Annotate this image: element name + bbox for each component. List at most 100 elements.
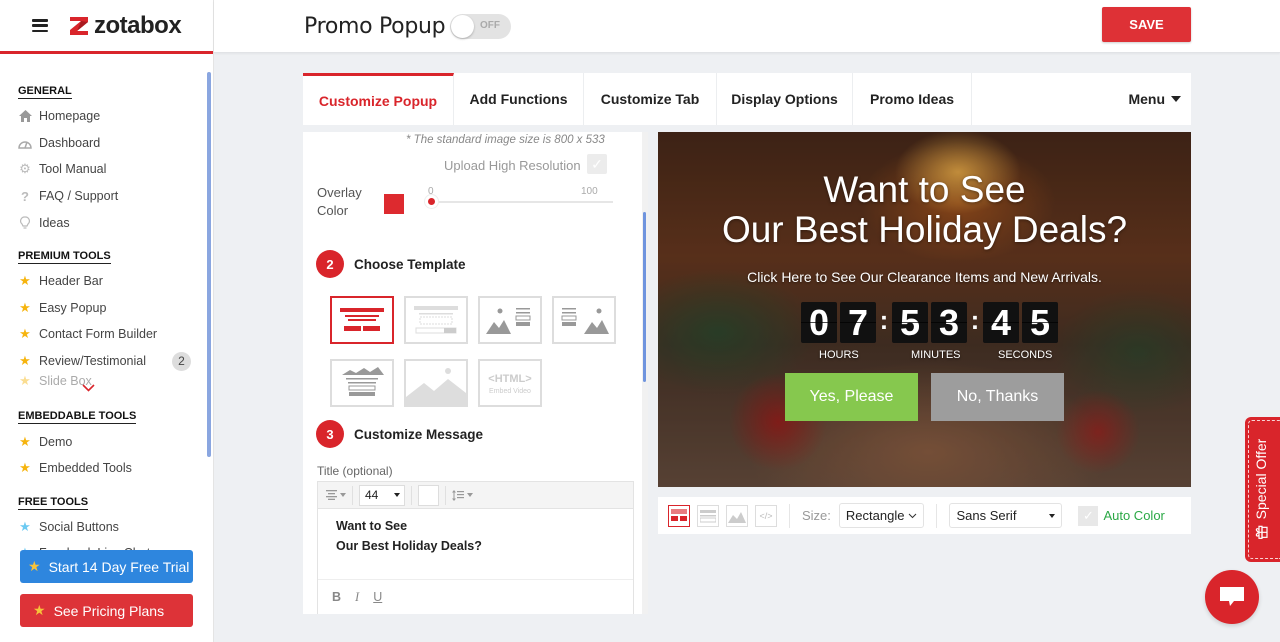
align-dropdown[interactable] [326, 490, 346, 500]
layout-text-form-button[interactable] [697, 504, 719, 527]
special-offer-tab[interactable]: Special Offer [1245, 417, 1280, 562]
svg-text:Embed Video: Embed Video [489, 388, 531, 395]
underline-button[interactable]: U [373, 590, 382, 604]
sidebar-item-label: Review/Testimonial [39, 354, 146, 369]
no-thanks-button[interactable]: No, Thanks [931, 373, 1064, 421]
top-bar: Promo Popup OFF SAVE [214, 0, 1280, 53]
preview-title: Want to See Our Best Holiday Deals? [721, 169, 1128, 250]
title-text-area[interactable]: Want to See Our Best Holiday Deals? [318, 509, 633, 580]
template-text-buttons-icon [340, 308, 384, 331]
panel-scrollbar[interactable] [643, 212, 646, 382]
toolbar-divider [352, 485, 353, 505]
step-title: Customize Message [354, 426, 484, 442]
tab-customize-tab[interactable]: Customize Tab [584, 73, 717, 125]
sidebar-item-homepage[interactable]: Homepage [0, 103, 214, 130]
minutes-digit: 5 [892, 302, 928, 343]
layout-text-buttons-button[interactable] [668, 504, 690, 527]
caret-down-icon [340, 493, 346, 497]
menu-dropdown[interactable]: Menu [1128, 73, 1191, 125]
template-image-left[interactable] [478, 296, 542, 344]
step-number: 3 [316, 420, 344, 448]
toggle-knob [451, 15, 474, 38]
sidebar-item-label: Social Buttons [39, 519, 119, 534]
sidebar-item-review-testimonial[interactable]: ★ Review/Testimonial 2 [0, 348, 214, 375]
auto-color-checkbox[interactable]: ✓ [1078, 505, 1099, 526]
seconds-digit: 5 [1022, 302, 1058, 343]
editor-toolbar: 44 [318, 482, 633, 509]
sidebar-item-demo[interactable]: ★ Demo [0, 428, 214, 455]
sidebar-item-tool-manual[interactable]: ⚙ Tool Manual [0, 156, 214, 183]
opacity-slider-handle[interactable] [428, 198, 435, 205]
gift-icon [1254, 525, 1271, 539]
sidebar-item-dashboard[interactable]: Dashboard [0, 130, 214, 157]
tab-customize-popup[interactable]: Customize Popup [303, 73, 454, 125]
size-label: Size: [802, 508, 831, 523]
settings-panel: * The standard image size is 800 x 533 U… [303, 132, 648, 614]
layout-image-button[interactable] [726, 504, 748, 527]
toolbar-divider [936, 503, 938, 528]
template-text-buttons[interactable] [330, 296, 394, 344]
tab-display-options[interactable]: Display Options [717, 73, 853, 125]
hamburger-menu-icon[interactable] [32, 19, 48, 32]
template-image-right-icon [561, 308, 609, 334]
sidebar-item-slide-box[interactable]: ★ Slide Box [0, 374, 214, 388]
dashboard-icon [18, 136, 32, 150]
sidebar-item-label: Contact Form Builder [39, 327, 158, 342]
see-pricing-plans-button[interactable]: ★ See Pricing Plans [20, 594, 193, 627]
yes-please-button[interactable]: Yes, Please [785, 373, 918, 421]
chat-icon [1220, 587, 1244, 606]
sidebar-item-header-bar[interactable]: ★ Header Bar [0, 268, 214, 295]
layout-html-button[interactable]: </> [755, 504, 777, 527]
popup-enabled-toggle[interactable]: OFF [450, 14, 511, 39]
lightbulb-icon [18, 216, 32, 230]
logo[interactable]: zotabox [68, 12, 182, 40]
tab-promo-ideas[interactable]: Promo Ideas [853, 73, 972, 125]
template-text-form-icon [414, 306, 458, 334]
upload-high-resolution-checkbox[interactable]: ✓ [587, 154, 607, 174]
sidebar-item-social-buttons[interactable]: ★ Social Buttons [0, 514, 214, 541]
italic-button[interactable]: I [355, 590, 359, 605]
sidebar-item-label: Ideas [39, 215, 70, 230]
start-free-trial-button[interactable]: ★ Start 14 Day Free Trial [20, 550, 193, 583]
sidebar-scrollbar[interactable] [207, 72, 211, 457]
sidebar-item-label: FAQ / Support [39, 189, 119, 204]
template-html-embed[interactable]: <HTML> Embed Video [478, 359, 542, 407]
sidebar-item-label: Header Bar [39, 274, 103, 289]
save-button[interactable]: SAVE [1102, 7, 1191, 42]
sidebar-item-label: Tool Manual [39, 162, 107, 177]
sidebar-item-ideas[interactable]: Ideas [0, 209, 214, 236]
size-select[interactable]: Rectangle [838, 503, 925, 528]
section-premium-tools: PREMIUM TOOLS [18, 249, 111, 264]
line-height-dropdown[interactable] [452, 489, 473, 501]
opacity-slider-track[interactable] [431, 201, 613, 203]
sidebar-item-faq-support[interactable]: ? FAQ / Support [0, 183, 214, 210]
template-text-form[interactable] [404, 296, 468, 344]
auto-color-label: Auto Color [1103, 508, 1165, 523]
font-family-select[interactable]: Sans Serif [949, 503, 1063, 528]
tab-add-functions[interactable]: Add Functions [454, 73, 584, 125]
format-toolbar: B I U [318, 580, 633, 614]
menu-label: Menu [1128, 91, 1165, 107]
upload-high-resolution-label: Upload High Resolution [444, 158, 581, 173]
template-image-only-icon [406, 368, 466, 405]
page-title: Promo Popup [304, 14, 446, 39]
overlay-color-swatch[interactable] [384, 194, 404, 214]
sidebar-item-embedded-tools[interactable]: ★ Embedded Tools [0, 455, 214, 482]
popup-preview[interactable]: Want to See Our Best Holiday Deals? Clic… [658, 132, 1191, 487]
toolbar-divider [789, 503, 790, 528]
section-free-tools: FREE TOOLS [18, 495, 89, 510]
sidebar-item-contact-form-builder[interactable]: ★ Contact Form Builder [0, 321, 214, 348]
show-more-chevron-icon[interactable] [82, 381, 95, 395]
text-color-picker[interactable] [418, 484, 439, 506]
caret-down-icon [394, 493, 400, 497]
star-icon: ★ [19, 353, 31, 369]
section-embeddable-tools: EMBEDDABLE TOOLS [18, 410, 137, 425]
template-image-only[interactable] [404, 359, 468, 407]
template-image-top[interactable] [330, 359, 394, 407]
font-size-select[interactable]: 44 [359, 484, 405, 506]
bold-button[interactable]: B [332, 590, 341, 604]
chat-button[interactable] [1205, 570, 1259, 624]
sidebar-item-easy-popup[interactable]: ★ Easy Popup [0, 295, 214, 322]
template-image-right[interactable] [552, 296, 616, 344]
seconds-label: SECONDS [998, 349, 1053, 361]
